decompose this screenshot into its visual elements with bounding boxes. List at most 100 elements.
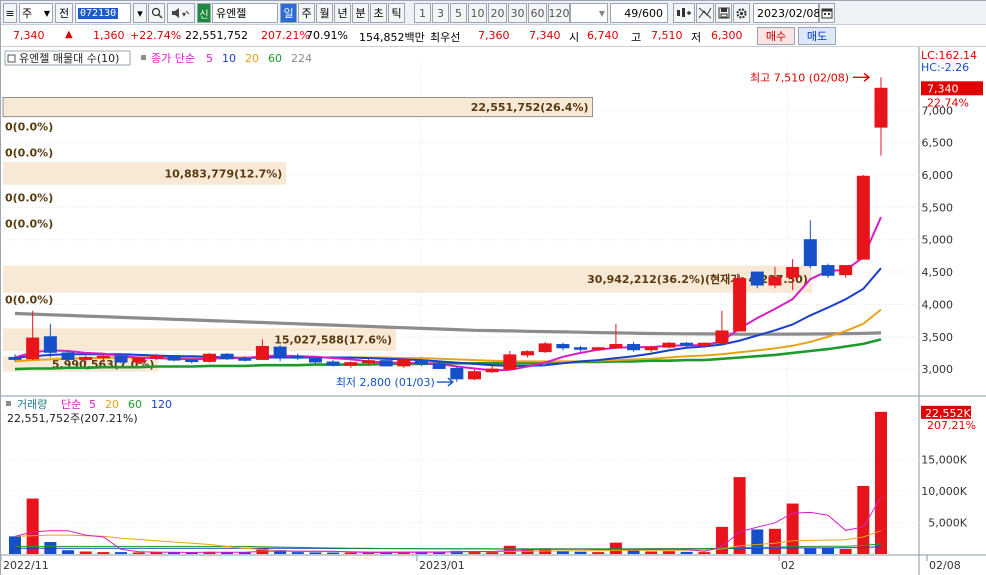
candle-body-23[interactable] — [414, 359, 428, 365]
save-icon[interactable] — [715, 3, 732, 23]
candle-body-30[interactable] — [538, 343, 552, 353]
candle-body-28[interactable] — [503, 354, 517, 370]
candle-body-25[interactable] — [450, 367, 464, 380]
minute-button-120[interactable]: 120 — [548, 3, 570, 23]
gear-icon[interactable] — [733, 3, 750, 23]
volume-bar-43[interactable] — [768, 528, 781, 554]
period-tab-1[interactable]: 주 — [298, 3, 315, 23]
volume-bar-27[interactable] — [486, 552, 499, 554]
volume-bar-40[interactable] — [715, 526, 728, 554]
volume-bar-46[interactable] — [821, 547, 834, 554]
candle-body-19[interactable] — [344, 362, 358, 366]
volume-bar-32[interactable] — [574, 551, 587, 554]
candle-body-35[interactable] — [627, 344, 641, 351]
volume-bar-38[interactable] — [680, 551, 693, 554]
minute-button-30[interactable]: 30 — [508, 3, 527, 23]
volume-bar-39[interactable] — [698, 552, 711, 554]
candle-body-43[interactable] — [768, 276, 782, 286]
data-count-field[interactable]: 49/600 — [610, 3, 668, 23]
candle-body-32[interactable] — [574, 347, 588, 350]
code-input[interactable]: 072130 — [75, 3, 131, 23]
volume-bar-17[interactable] — [309, 552, 322, 554]
prev-button[interactable]: 전 — [55, 3, 73, 23]
candle-body-0[interactable] — [8, 356, 22, 360]
candle-body-14[interactable] — [255, 345, 269, 360]
period-tab-2[interactable]: 월 — [316, 3, 333, 23]
volume-bar-19[interactable] — [344, 552, 357, 554]
candle-body-12[interactable] — [220, 353, 234, 360]
buy-button[interactable]: 매수 — [757, 27, 795, 45]
crosshair-icon[interactable] — [696, 3, 714, 23]
minute-button-20[interactable]: 20 — [488, 3, 507, 23]
volume-bar-0[interactable] — [8, 536, 22, 554]
period-tab-0[interactable]: 일 — [280, 3, 297, 23]
minute-button-3[interactable]: 3 — [432, 3, 449, 23]
minute-button-60[interactable]: 60 — [528, 3, 547, 23]
candle-body-2[interactable] — [43, 336, 57, 353]
volume-bar-47[interactable] — [839, 548, 852, 554]
date-field[interactable]: 2023/02/08 — [753, 3, 820, 23]
candle-body-11[interactable] — [202, 353, 216, 362]
candle-body-3[interactable] — [61, 352, 75, 360]
candle-body-48[interactable] — [856, 175, 870, 260]
candle-body-31[interactable] — [556, 344, 570, 349]
candle-body-29[interactable] — [521, 351, 535, 356]
candle-body-39[interactable] — [697, 342, 711, 346]
volume-bar-42[interactable] — [751, 529, 764, 554]
candle-body-36[interactable] — [644, 346, 658, 351]
minute-button-1[interactable]: 1 — [414, 3, 431, 23]
menu-icon[interactable]: ≡ — [3, 3, 17, 23]
volume-bar-18[interactable] — [327, 552, 340, 554]
candle-body-40[interactable] — [715, 330, 729, 344]
candle-body-42[interactable] — [750, 271, 764, 286]
candle-body-38[interactable] — [680, 342, 694, 346]
candle-body-22[interactable] — [397, 359, 411, 367]
candle-body-7[interactable] — [132, 357, 146, 363]
volume-bar-8[interactable] — [150, 552, 163, 554]
volume-bar-3[interactable] — [62, 550, 75, 554]
candle-body-49[interactable] — [874, 87, 888, 128]
candle-body-45[interactable] — [803, 239, 817, 267]
volume-bar-4[interactable] — [79, 551, 92, 554]
volume-bar-37[interactable] — [662, 551, 675, 554]
candle-body-1[interactable] — [26, 337, 40, 360]
candle-body-26[interactable] — [468, 371, 482, 380]
interval-select[interactable]: ▼ — [570, 3, 608, 23]
candle-body-21[interactable] — [379, 360, 393, 367]
code-dropdown-icon[interactable]: ▾ — [133, 3, 147, 23]
candle-body-5[interactable] — [96, 355, 110, 359]
candle-body-41[interactable] — [733, 278, 747, 332]
candle-body-17[interactable] — [308, 357, 322, 363]
candle-body-10[interactable] — [185, 359, 199, 363]
candle-body-24[interactable] — [432, 363, 446, 369]
volume-bar-45[interactable] — [804, 548, 817, 554]
chart-tools-icon[interactable] — [673, 3, 695, 23]
calendar-icon[interactable] — [819, 3, 835, 23]
candle-body-20[interactable] — [361, 360, 375, 364]
stock-name-field[interactable]: 유엔젤 — [212, 3, 278, 23]
candle-body-15[interactable] — [273, 346, 287, 357]
candle-body-47[interactable] — [839, 265, 853, 276]
candle-body-16[interactable] — [291, 355, 305, 359]
volume-bar-36[interactable] — [645, 551, 658, 554]
speaker-icon[interactable]: ▾ — [167, 3, 195, 23]
candle-body-44[interactable] — [786, 267, 800, 278]
volume-bar-7[interactable] — [132, 552, 145, 554]
volume-bar-41[interactable] — [733, 477, 746, 554]
candle-body-13[interactable] — [238, 358, 252, 361]
volume-bar-16[interactable] — [291, 552, 304, 554]
volume-bar-6[interactable] — [115, 552, 128, 554]
search-icon[interactable] — [148, 3, 165, 23]
candle-body-8[interactable] — [149, 355, 163, 359]
candle-body-6[interactable] — [114, 355, 128, 363]
candle-body-27[interactable] — [485, 368, 499, 373]
volume-bar-5[interactable] — [97, 552, 110, 554]
volume-bar-1[interactable] — [26, 498, 39, 554]
candle-body-4[interactable] — [79, 356, 93, 360]
period-tab-4[interactable]: 분 — [352, 3, 369, 23]
candle-body-37[interactable] — [662, 342, 676, 348]
price-volume-chart[interactable]: 22,551,752(26.4%) 0(0.0%) 0(0.0%) 10,883,77… — [1, 47, 986, 575]
candle-body-46[interactable] — [821, 265, 835, 276]
candle-body-33[interactable] — [591, 347, 605, 350]
market-select[interactable]: 주 ▼ — [19, 3, 53, 23]
